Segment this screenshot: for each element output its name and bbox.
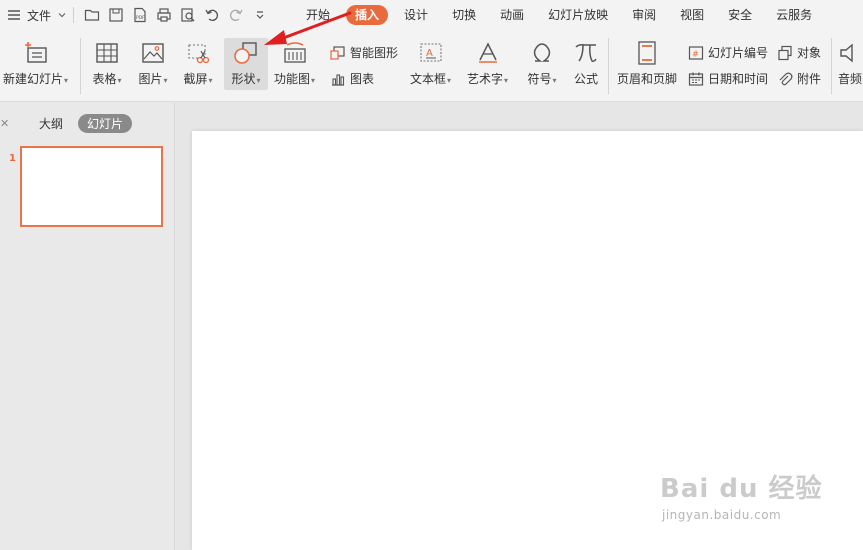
formula-button[interactable]: 公式 (571, 38, 601, 87)
tab-design[interactable]: 设计 (392, 0, 440, 30)
watermark-site: jingyan.baidu.com (662, 508, 782, 522)
collapse-pane-icon[interactable]: ✕ (0, 117, 9, 130)
print-preview-icon[interactable] (179, 6, 197, 24)
screenshot-button[interactable]: 截屏▾ (183, 38, 213, 87)
menu-bar: 文件 PDF 开始 插入 设计 切换 动画 幻灯片放映 审阅 视图 安全 云服务 (0, 0, 863, 30)
object-icon (777, 45, 793, 61)
slide-number-label: 幻灯片编号 (708, 46, 769, 60)
function-chart-label: 功能图 (274, 72, 311, 86)
dropdown-arrow-icon: ▾ (64, 76, 69, 85)
date-time-button[interactable]: 日期和时间 (688, 70, 768, 87)
symbol-button[interactable]: 符号▾ (527, 38, 557, 87)
redo-icon[interactable] (227, 6, 245, 24)
dropdown-arrow-icon: ▾ (117, 76, 122, 85)
slide-thumbnail-number: 1 (9, 153, 16, 164)
screenshot-scissors-icon (183, 38, 213, 68)
slide-number-icon: # (688, 45, 704, 61)
calendar-icon (688, 71, 704, 87)
dropdown-arrow-icon: ▾ (311, 76, 316, 85)
symbol-label: 符号 (527, 72, 552, 86)
omega-symbol-icon (527, 38, 557, 68)
tab-security[interactable]: 安全 (716, 0, 764, 30)
svg-text:PDF: PDF (136, 15, 145, 21)
tab-animations[interactable]: 动画 (488, 0, 536, 30)
chevron-down-icon (58, 13, 66, 18)
annotation-arrow (264, 11, 352, 45)
text-box-button[interactable]: A 文本框▾ (410, 38, 451, 87)
speaker-icon (838, 38, 863, 68)
paperclip-icon (777, 71, 793, 87)
quick-access-toolbar: PDF (80, 6, 272, 24)
ribbon-separator (831, 38, 832, 94)
object-button[interactable]: 对象 (777, 44, 821, 61)
text-box-icon: A (416, 38, 446, 68)
baidu-jingyan-watermark: Bai du 经验 jingyan.baidu.com (660, 468, 830, 538)
bar-chart-icon (330, 71, 346, 87)
ribbon-separator (608, 38, 609, 94)
file-menu-label: 文件 (27, 8, 52, 23)
object-label: 对象 (797, 46, 822, 60)
watermark-brand: Bai du 经验 (660, 474, 823, 504)
table-label: 表格 (92, 72, 117, 86)
new-slide-button[interactable]: 新建幻灯片▾ (3, 38, 68, 87)
dropdown-arrow-icon: ▾ (256, 76, 261, 85)
dropdown-arrow-icon: ▾ (447, 76, 452, 85)
dropdown-arrow-icon: ▾ (504, 76, 509, 85)
slide-pane: ✕ 大纲 幻灯片 1 (0, 103, 175, 550)
screenshot-label: 截屏 (183, 72, 208, 86)
menu-separator (73, 7, 75, 23)
save-icon[interactable] (107, 6, 125, 24)
slide-number-button[interactable]: # 幻灯片编号 (688, 44, 768, 61)
word-art-label: 艺术字 (467, 72, 504, 86)
table-button[interactable]: 表格▾ (92, 38, 122, 87)
print-icon[interactable] (155, 6, 173, 24)
tab-outline[interactable]: 大纲 (39, 115, 63, 132)
dropdown-arrow-icon: ▾ (552, 76, 557, 85)
tab-transitions[interactable]: 切换 (440, 0, 488, 30)
svg-text:#: # (692, 49, 699, 58)
ribbon-separator (80, 38, 81, 94)
table-icon (92, 38, 122, 68)
svg-text:A: A (426, 48, 433, 59)
slide-thumbnail[interactable] (20, 146, 163, 227)
formula-label: 公式 (573, 72, 598, 86)
header-footer-button[interactable]: 页眉和页脚 (617, 38, 677, 87)
word-art-icon (473, 38, 503, 68)
text-box-label: 文本框 (410, 72, 447, 86)
chart-button[interactable]: 图表 (330, 70, 374, 87)
date-time-label: 日期和时间 (708, 72, 769, 86)
export-pdf-icon[interactable]: PDF (131, 6, 149, 24)
tab-slideshow[interactable]: 幻灯片放映 (536, 0, 620, 30)
dropdown-arrow-icon: ▾ (163, 76, 168, 85)
new-slide-icon (21, 38, 51, 68)
undo-icon[interactable] (203, 6, 221, 24)
tab-view[interactable]: 视图 (668, 0, 716, 30)
header-footer-icon (632, 38, 662, 68)
tab-slides[interactable]: 幻灯片 (78, 114, 133, 133)
attachment-label: 附件 (797, 72, 822, 86)
tab-cloud-services[interactable]: 云服务 (764, 0, 824, 30)
picture-button[interactable]: 图片▾ (138, 38, 168, 87)
file-menu[interactable]: 文件 (0, 0, 67, 30)
picture-label: 图片 (138, 72, 163, 86)
ribbon-tabs: 开始 插入 设计 切换 动画 幻灯片放映 审阅 视图 安全 云服务 (294, 0, 824, 30)
word-art-button[interactable]: 艺术字▾ (467, 38, 508, 87)
header-footer-label: 页眉和页脚 (617, 72, 678, 86)
hamburger-icon (8, 10, 20, 20)
open-folder-icon[interactable] (83, 6, 101, 24)
dropdown-arrow-icon: ▾ (208, 76, 213, 85)
tab-review[interactable]: 审阅 (620, 0, 668, 30)
new-slide-label: 新建幻灯片 (3, 72, 64, 86)
chart-label: 图表 (350, 72, 375, 86)
audio-label: 音频 (838, 72, 863, 86)
ribbon-insert: 新建幻灯片▾ 表格▾ 图片▾ 截屏▾ 形状▾ 功能图▾ 智能图形 图表 A 文本… (0, 30, 863, 102)
audio-button[interactable]: 音频 (838, 38, 863, 87)
attachment-button[interactable]: 附件 (777, 70, 821, 87)
picture-icon (138, 38, 168, 68)
shape-label: 形状 (231, 72, 256, 86)
pi-formula-icon (571, 38, 601, 68)
